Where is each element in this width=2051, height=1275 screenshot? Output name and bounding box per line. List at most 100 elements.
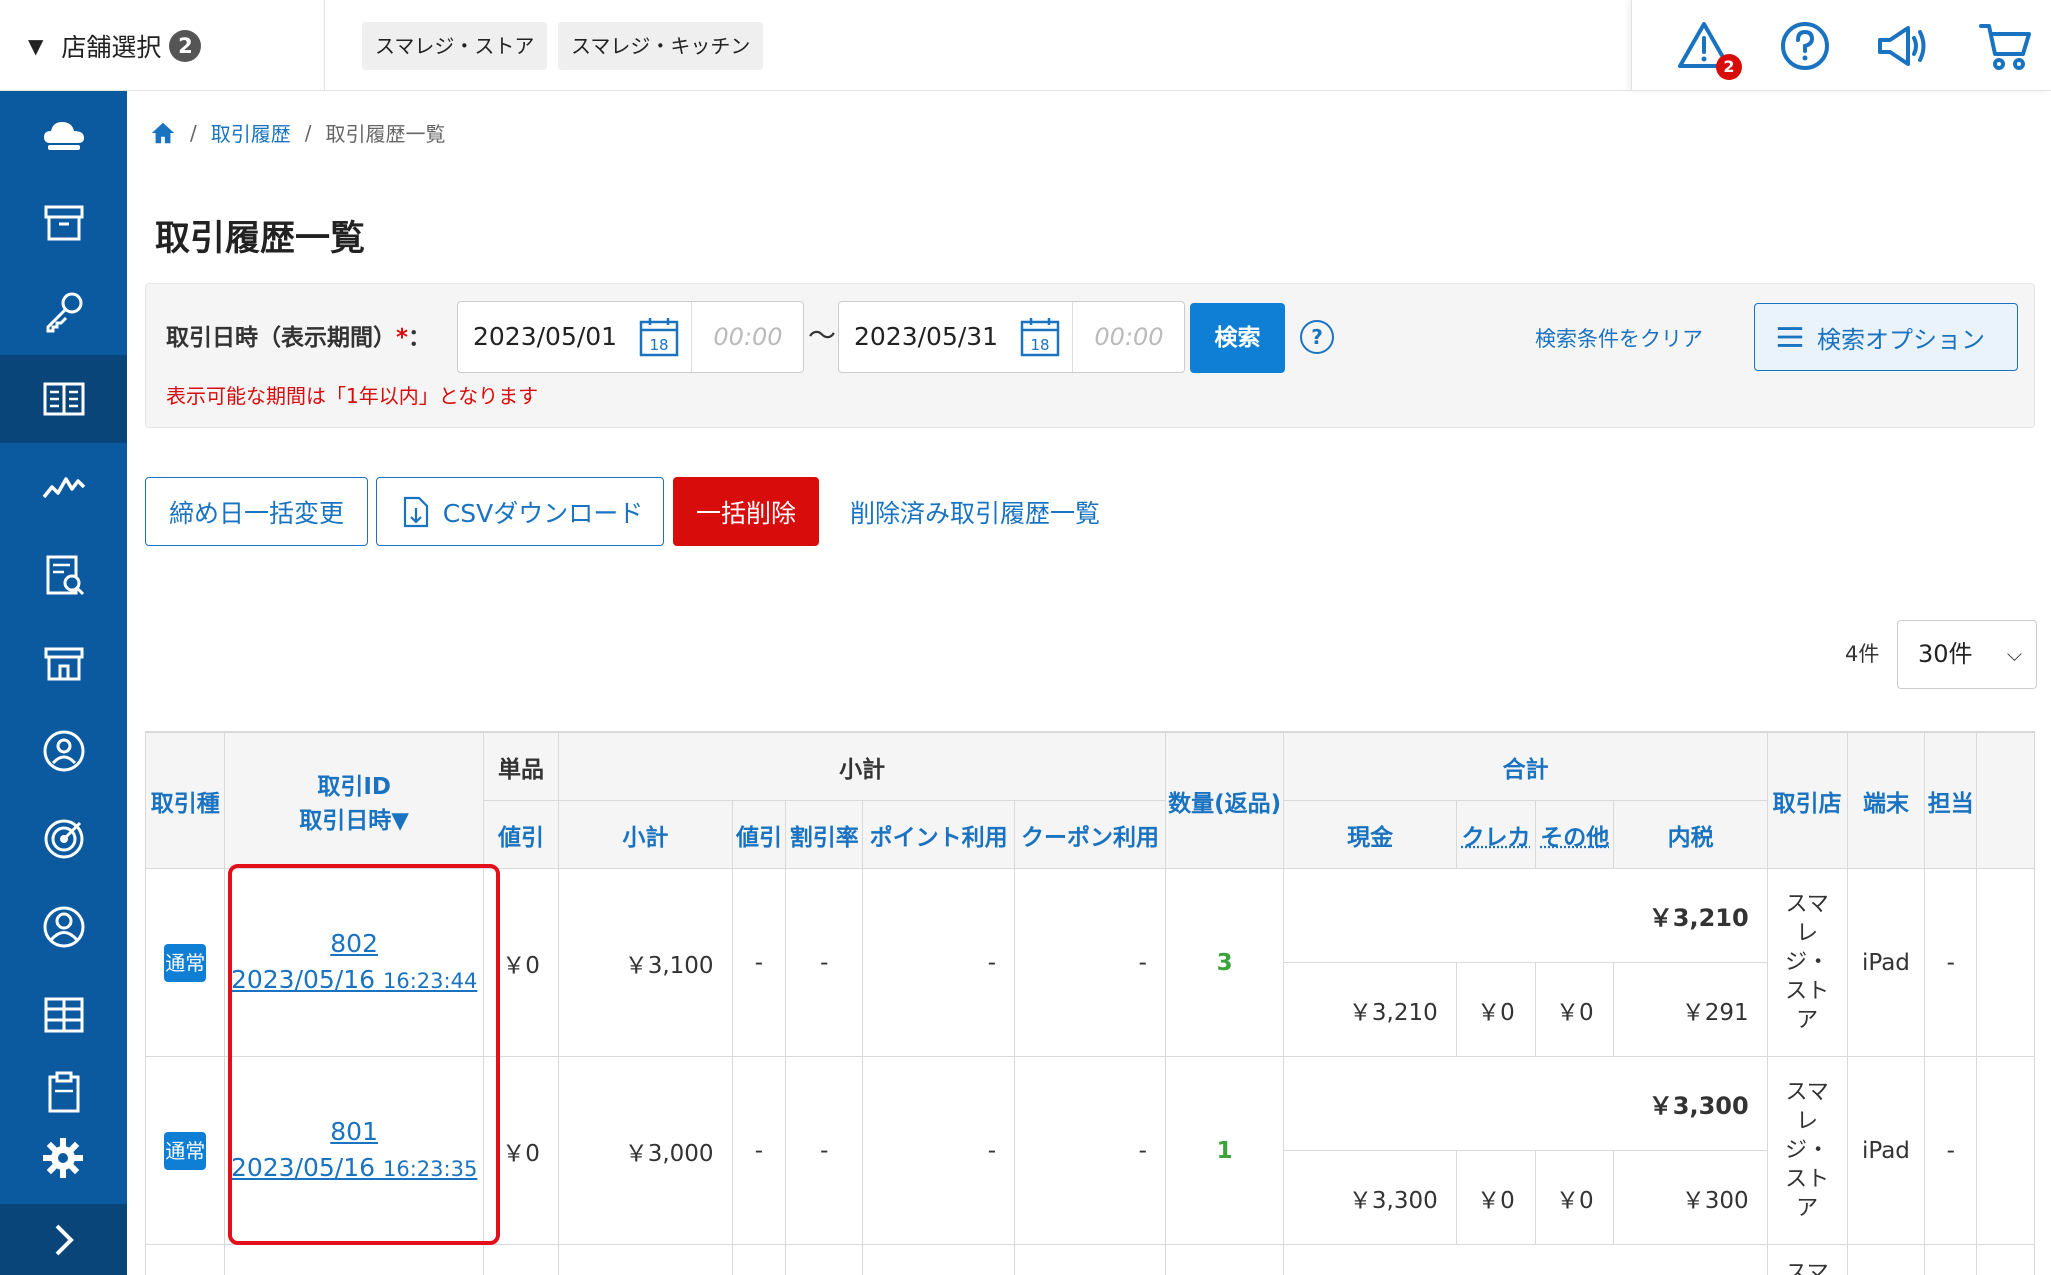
grid-icon: [44, 997, 83, 1033]
top-bar: ▼ 店舗選択 2 スマレジ・ストア スマレジ・キッチン 2: [0, 0, 2051, 91]
col-subtotal-group: 小計: [558, 732, 1166, 801]
subtotal-value: ￥3,100: [558, 868, 733, 1057]
store-tag[interactable]: スマレジ・ストア: [362, 22, 548, 70]
credit-value: ￥0: [1455, 1150, 1537, 1245]
transaction-table-wrapper: 取引種 取引ID 取引日時▼ 単品 小計 数量(返品) 合計 取引店 端末 担当…: [145, 731, 2035, 1275]
gear-icon: [43, 1138, 83, 1178]
to-date-value: 2023/05/31: [854, 322, 999, 351]
col-tax[interactable]: 内税: [1613, 800, 1768, 869]
calendar-icon[interactable]: 18: [638, 316, 680, 358]
sidebar-item-clipboard[interactable]: [0, 1059, 127, 1119]
staff-value: -: [1924, 868, 1978, 1057]
cart-icon[interactable]: [1977, 18, 2033, 74]
per-page-select[interactable]: 30件 ⌵: [1897, 620, 2037, 689]
col-other[interactable]: その他: [1535, 800, 1615, 869]
col-cash[interactable]: 現金: [1283, 800, 1457, 869]
customer-icon: [43, 730, 84, 772]
col-discount[interactable]: 値引: [731, 800, 787, 869]
store-tag[interactable]: スマレジ・キッチン: [558, 22, 764, 70]
transaction-table: 取引種 取引ID 取引日時▼ 単品 小計 数量(返品) 合計 取引店 端末 担当…: [145, 732, 2035, 1275]
col-point[interactable]: ポイント利用: [862, 800, 1016, 869]
bulk-close-date-button[interactable]: 締め日一括変更: [145, 477, 368, 546]
store-name: スマ: [1785, 1261, 1829, 1275]
col-terminal[interactable]: 端末: [1846, 732, 1926, 869]
to-time-value[interactable]: 00:00: [1072, 302, 1185, 372]
breadcrumb-current: 取引履歴一覧: [325, 122, 446, 146]
store-select-label: 店舗選択: [61, 32, 162, 62]
help-icon[interactable]: [1777, 18, 1833, 74]
from-time-value[interactable]: 00:00: [691, 302, 804, 372]
col-id-datetime[interactable]: 取引ID 取引日時▼: [224, 732, 484, 869]
col-subtotal[interactable]: 小計: [558, 800, 733, 869]
help-icon[interactable]: ?: [1300, 320, 1334, 354]
bulk-delete-button[interactable]: 一括削除: [673, 477, 819, 546]
search-options-button[interactable]: 検索オプション: [1754, 303, 2018, 371]
sidebar-item-chart[interactable]: [0, 443, 127, 531]
from-date-field[interactable]: 2023/05/01 18 00:00: [457, 301, 804, 373]
sidebar-item-user[interactable]: [0, 883, 127, 971]
range-separator: 〜: [808, 319, 837, 352]
terminal-value: iPad: [1846, 868, 1926, 1057]
to-date-field[interactable]: 2023/05/31 18 00:00: [838, 301, 1185, 373]
sidebar-item-store[interactable]: [0, 619, 127, 707]
sidebar-settings[interactable]: [0, 1116, 127, 1204]
col-credit[interactable]: クレカ: [1455, 800, 1537, 869]
sidebar-item-book[interactable]: [0, 355, 127, 443]
announcement-icon[interactable]: [1874, 18, 1930, 74]
store-count-badge: 2: [169, 29, 202, 62]
menu-icon: [1777, 327, 1803, 347]
cloud-icon: [43, 122, 84, 150]
sidebar-item-target[interactable]: [0, 795, 127, 883]
archive-icon: [44, 205, 83, 241]
cash-value: ￥3,210: [1283, 962, 1457, 1057]
credit-value: ￥0: [1455, 962, 1537, 1057]
store-icon: [44, 647, 83, 681]
sidebar-item-key[interactable]: [0, 267, 127, 355]
other-value: ￥0: [1535, 1150, 1615, 1245]
book-icon: [43, 382, 84, 416]
sidebar-item-report[interactable]: [0, 531, 127, 619]
alert-count-badge: 2: [1716, 54, 1742, 80]
key-icon: [46, 292, 82, 333]
search-panel: 取引日時（表示期間）*： 2023/05/01 18 00:00 〜 2023/…: [145, 283, 2035, 428]
col-store[interactable]: 取引店: [1766, 732, 1848, 869]
from-date-value: 2023/05/01: [473, 322, 618, 351]
sidebar-item-customer[interactable]: [0, 707, 127, 795]
user-icon: [43, 906, 84, 948]
col-total-group[interactable]: 合計: [1283, 732, 1768, 801]
tax-value: ￥291: [1613, 962, 1768, 1057]
breadcrumb: / 取引履歴 / 取引履歴一覧: [150, 118, 446, 147]
svg-text:18: 18: [649, 336, 668, 354]
col-item-discount[interactable]: 値引: [482, 800, 560, 869]
sidebar-item-archive[interactable]: [0, 179, 127, 267]
item-discount-value: ￥0: [482, 868, 560, 1057]
caret-down-icon: ▼: [28, 33, 44, 58]
report-icon: [46, 555, 84, 596]
chevron-right-icon: [55, 1224, 74, 1255]
sidebar-item-grid[interactable]: [0, 971, 127, 1059]
csv-download-button[interactable]: CSVダウンロード: [376, 477, 664, 546]
clear-conditions-link[interactable]: 検索条件をクリア: [1535, 323, 1703, 353]
transaction-id-link[interactable]: 801: [225, 1114, 482, 1150]
svg-text:18: 18: [1030, 336, 1049, 354]
col-kind[interactable]: 取引種: [145, 732, 226, 869]
sidebar-expand[interactable]: [0, 1204, 127, 1275]
quantity-value: 1: [1164, 1056, 1285, 1245]
transaction-datetime-link[interactable]: 2023/05/16 16:23:35: [225, 1150, 482, 1187]
deleted-history-link[interactable]: 削除済み取引履歴一覧: [850, 494, 1100, 530]
transaction-datetime-link[interactable]: 2023/05/16 16:23:44: [225, 962, 482, 999]
chart-icon: [42, 477, 85, 499]
transaction-id-link[interactable]: 802: [225, 926, 482, 962]
calendar-icon[interactable]: 18: [1019, 316, 1061, 358]
col-qty[interactable]: 数量(返品): [1164, 732, 1285, 869]
col-coupon[interactable]: クーポン利用: [1014, 800, 1166, 869]
col-item: 単品: [482, 732, 560, 801]
quantity-value: 3: [1164, 868, 1285, 1057]
home-icon[interactable]: [150, 120, 176, 146]
search-button[interactable]: 検索: [1190, 303, 1285, 373]
col-discount-rate[interactable]: 割引率: [785, 800, 864, 869]
store-select[interactable]: ▼ 店舗選択 2: [0, 0, 325, 91]
col-staff[interactable]: 担当: [1924, 732, 1978, 869]
sidebar-item-cloud[interactable]: [0, 91, 127, 179]
breadcrumb-transaction-history[interactable]: 取引履歴: [211, 118, 291, 147]
